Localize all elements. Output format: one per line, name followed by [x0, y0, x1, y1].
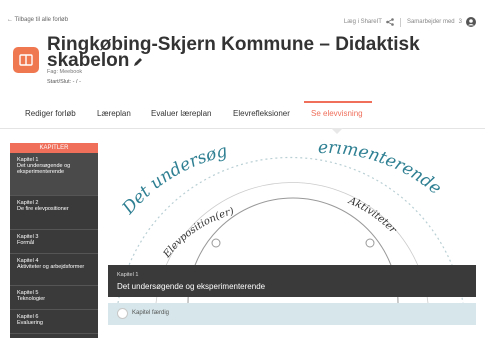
chapter-header: Kapitel 1 Det undersøgende og eksperimen…	[108, 265, 476, 297]
chapter-complete-checkbox[interactable]	[117, 308, 128, 319]
tab-evaluer-laereplan[interactable]: Evaluer læreplan	[151, 109, 211, 118]
tab-se-elevvisning[interactable]: Se elevvisning	[311, 109, 363, 118]
active-tab-caret	[331, 128, 343, 134]
top-actions: Læg i ShareIT Samarbejder med 3	[344, 17, 476, 27]
chapter-status-bar: Kapitel færdig	[108, 303, 476, 325]
chapter-status-label: Kapitel færdig	[132, 310, 170, 316]
sidebar-item-kapitel-3[interactable]: Kapitel 3 Formål	[10, 230, 98, 254]
tab-rediger-forlob[interactable]: Rediger forløb	[25, 109, 76, 118]
collab-label[interactable]: Samarbejder med	[407, 19, 455, 25]
wheel-label-aktiviteter: Aktiviteter	[346, 195, 399, 236]
main-content: Det undersøg erimenterende Elevposition(…	[108, 143, 476, 338]
tab-laereplan[interactable]: Læreplan	[97, 109, 131, 118]
wheel-node-right[interactable]	[365, 238, 375, 248]
share-label[interactable]: Læg i ShareIT	[344, 19, 382, 25]
wheel-label-elevpositioner: Elevposition(er)	[161, 206, 235, 261]
pencil-icon[interactable]	[133, 54, 143, 70]
active-tab-indicator	[304, 101, 372, 103]
subject-label: Fag: Meebook	[47, 69, 83, 75]
page-title: Ringkøbing-Skjern Kommune – Didaktisk sk…	[47, 34, 467, 71]
chapter-label: Kapitel 1	[117, 272, 139, 278]
user-icon[interactable]	[466, 17, 476, 27]
wheel-node-left[interactable]	[211, 238, 221, 248]
collab-count: 3	[458, 19, 462, 25]
page-title-text: Ringkøbing-Skjern Kommune – Didaktisk sk…	[47, 34, 420, 71]
divider	[399, 17, 401, 27]
share-icon[interactable]	[386, 18, 394, 26]
chapters-sidebar: KAPITLER Kapitel 1 Det undersøgende og e…	[10, 143, 98, 338]
sidebar-header: KAPITLER	[10, 143, 98, 153]
sidebar-item-kapitel-1[interactable]: Kapitel 1 Det undersøgende og eksperimen…	[10, 153, 98, 196]
sidebar-item-kapitel-5[interactable]: Kapitel 5 Teknologier	[10, 286, 98, 310]
back-link[interactable]: ← Tilbage til alle forløb	[7, 17, 68, 23]
tab-bar: Rediger forløb Læreplan Evaluer læreplan…	[0, 101, 485, 129]
sidebar-item-kapitel-2[interactable]: Kapitel 2 De fire elevpositioner	[10, 196, 98, 230]
sidebar-item-kapitel-6[interactable]: Kapitel 6 Evaluering	[10, 310, 98, 334]
top-bar: ← Tilbage til alle forløb Læg i ShareIT …	[0, 0, 485, 100]
dates-label: Start/Slut: - / -	[47, 79, 81, 85]
sidebar-item-kapitel-4[interactable]: Kapitel 4 Aktiviteter og arbejdsformer	[10, 254, 98, 286]
chapter-title: Det undersøgende og eksperimenterende	[117, 282, 266, 291]
tab-elevrefleksioner[interactable]: Elevrefleksioner	[233, 109, 290, 118]
course-icon	[13, 47, 39, 73]
